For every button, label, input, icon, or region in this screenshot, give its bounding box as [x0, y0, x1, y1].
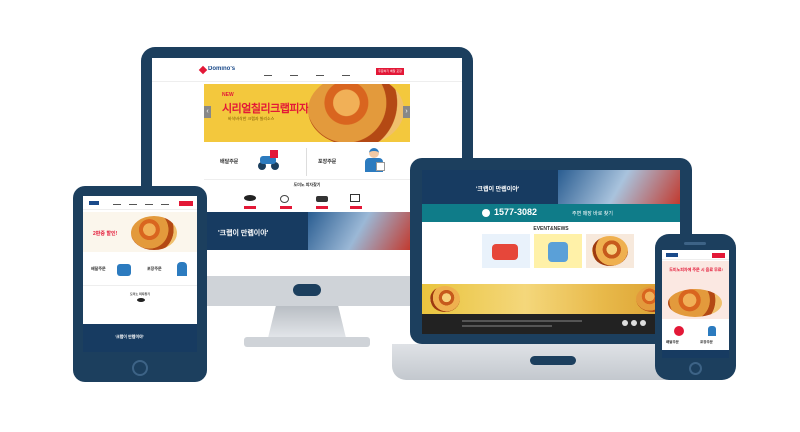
pickup-label[interactable]: 포장주문 [318, 158, 336, 165]
divider [306, 148, 307, 176]
event-icon [548, 242, 568, 262]
domino-icon [198, 65, 208, 75]
tablet-order-panels: 배달주문 포장주문 [83, 256, 197, 286]
social-icon[interactable] [631, 320, 637, 326]
nav-item[interactable] [290, 75, 298, 76]
tablet-banner: 2판중 할인! [83, 212, 197, 252]
event-card[interactable] [482, 234, 530, 268]
store-finder-icons [204, 193, 410, 211]
nav-item[interactable] [145, 204, 153, 205]
banner-subtitle: 바삭바삭한 크랩과 칠리소스 [228, 116, 275, 121]
pizza-image [668, 289, 722, 317]
promo-image [308, 212, 410, 250]
banner-title: 시리얼칠리크랩피자 [222, 103, 309, 115]
brand-logo[interactable]: Domino's [208, 66, 235, 72]
promo-text: '크랩이 만렙이야' [218, 230, 269, 237]
monitor-logo [293, 284, 321, 296]
order-button[interactable] [179, 201, 193, 206]
laptop-promo-band: '크랩이 만렙이야' [422, 170, 680, 204]
delivery-label[interactable]: 배달주문 [91, 266, 106, 272]
scooter-icon [117, 264, 131, 276]
social-icon[interactable] [622, 320, 628, 326]
promo-band: '크랩이 만렙이야' [204, 212, 410, 250]
nav-item[interactable] [316, 75, 324, 76]
pickup-label[interactable]: 포장주문 [700, 340, 713, 345]
pickup-label[interactable]: 포장주문 [147, 266, 162, 272]
phone-home-button[interactable] [689, 362, 702, 375]
footer-text [462, 325, 552, 327]
laptop-screen: '크랩이 만렙이야' 1577-3082 주변 매장 바로 찾기 EVENT&N… [422, 170, 680, 334]
car-icon[interactable] [316, 196, 328, 202]
store-finder-title: 도미노 피자찾기 [293, 182, 321, 187]
event-card[interactable] [534, 234, 582, 268]
laptop-menu-band [422, 284, 680, 314]
phone-number[interactable]: 1577-3082 [494, 207, 537, 217]
nav-item[interactable] [129, 204, 137, 205]
brand-logo[interactable] [89, 201, 99, 205]
delivery-label[interactable]: 배달주문 [666, 340, 679, 345]
next-arrow-icon[interactable]: › [403, 106, 410, 118]
social-icon[interactable] [640, 320, 646, 326]
staff-icon [362, 148, 386, 174]
scooter-icon [256, 150, 280, 172]
prev-arrow-icon[interactable]: ‹ [204, 106, 211, 118]
car-icon [492, 244, 518, 260]
footer-text [462, 320, 582, 322]
section-title: EVENT&NEWS [533, 226, 569, 232]
search-icon[interactable] [280, 195, 289, 203]
scooter-icon [674, 326, 684, 336]
tag [280, 206, 292, 209]
tag [244, 206, 256, 209]
phone-order-panels: 배달주문 포장주문 [662, 322, 729, 358]
monitor-base [244, 337, 370, 347]
tag [350, 206, 362, 209]
staff-icon [177, 262, 187, 276]
nav-item[interactable] [342, 75, 350, 76]
event-card[interactable] [586, 234, 634, 268]
phone-screen: 도미노피자에 주문 시 음료 무료! 배달주문 포장주문 [662, 250, 729, 358]
order-button[interactable] [712, 253, 725, 258]
pizza-image [592, 236, 628, 266]
promo-text: '크랩이 만렙이야' [476, 187, 520, 193]
tag [316, 206, 328, 209]
pizza-image [131, 216, 177, 250]
order-button[interactable]: 주문하기 배달 포장 [376, 68, 404, 75]
delivery-label[interactable]: 배달주문 [220, 158, 238, 165]
monitor-stand [268, 306, 346, 338]
banner-title: 도미노피자에 주문 시 음료 무료! [669, 267, 723, 272]
phone-banner: 도미노피자에 주문 시 음료 무료! [662, 261, 729, 319]
tablet-screen: 2판중 할인! 배달주문 포장주문 도미노 피자찾기 '크랩이 만렙이야' [83, 196, 197, 352]
brand-logo[interactable] [666, 253, 678, 257]
phone-speaker [684, 242, 706, 245]
laptop-notch [530, 356, 576, 365]
nav-item[interactable] [264, 75, 272, 76]
pizza-image [430, 286, 460, 312]
phone-icon [482, 209, 490, 217]
store-finder-title: 도미노 피자찾기 [129, 292, 151, 296]
tablet-promo-band: '크랩이 만렙이야' [83, 324, 197, 352]
nav-item[interactable] [113, 204, 121, 205]
desktop-header: Domino's 주문하기 배달 포장 [152, 58, 462, 82]
tablet-home-button[interactable] [132, 360, 148, 376]
order-panels: 배달주문 포장주문 [204, 144, 410, 180]
pizza-image [308, 84, 404, 142]
store-finder-caption [204, 189, 410, 190]
laptop-footer [422, 314, 680, 334]
chat-icon[interactable] [244, 195, 256, 201]
banner-title: 2판중 할인! [93, 231, 118, 237]
staff-icon [708, 326, 716, 336]
tablet-header [83, 196, 197, 210]
phone-bottom-bar [662, 350, 729, 358]
promo-text: '크랩이 만렙이야' [115, 334, 144, 339]
desktop-hero-banner: NEW 시리얼칠리크랩피자 바삭바삭한 크랩과 칠리소스 ‹ › [204, 84, 410, 142]
laptop-contact-bar: 1577-3082 주변 매장 바로 찾기 [422, 204, 680, 222]
quick-order-link[interactable]: 주변 매장 바로 찾기 [572, 210, 613, 217]
store-icon[interactable] [350, 194, 360, 202]
banner-badge: NEW [222, 92, 234, 98]
promo-image [558, 170, 680, 204]
nav-item[interactable] [161, 204, 169, 205]
phone-header [662, 250, 729, 260]
chat-icon[interactable] [137, 298, 145, 302]
